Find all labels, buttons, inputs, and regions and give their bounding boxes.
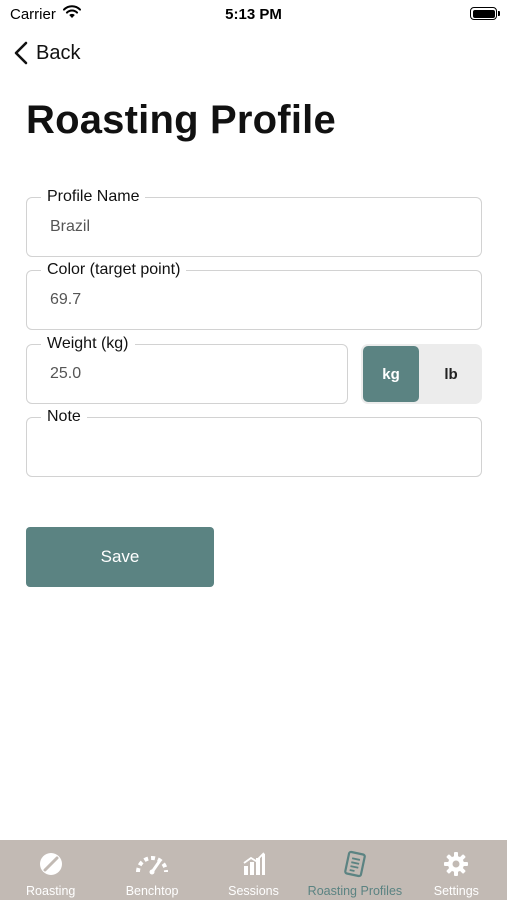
- tab-benchtop[interactable]: Benchtop: [101, 840, 202, 900]
- note-field[interactable]: Note: [26, 407, 482, 477]
- profile-name-value: Brazil: [50, 218, 91, 235]
- bar-chart-icon: [242, 852, 265, 875]
- document-list-icon: [344, 850, 366, 878]
- unit-toggle: kg lb: [361, 344, 482, 404]
- tab-label: Benchtop: [125, 884, 179, 898]
- note-label: Note: [41, 407, 87, 427]
- gauge-icon: [136, 856, 169, 875]
- chevron-left-icon: [14, 41, 28, 65]
- battery-icon: [470, 7, 500, 20]
- weight-label: Weight (kg): [41, 334, 135, 354]
- tab-label: Roasting Profiles: [307, 884, 403, 898]
- weight-field[interactable]: Weight (kg) 25.0: [26, 334, 348, 404]
- tab-label: Roasting: [26, 884, 76, 898]
- weight-value: 25.0: [50, 365, 82, 382]
- status-bar: Carrier 5:13 PM: [0, 0, 507, 28]
- unit-kg-option[interactable]: kg: [363, 346, 419, 402]
- color-label: Color (target point): [41, 260, 187, 280]
- profile-name-label: Profile Name: [41, 187, 146, 207]
- page-title: Roasting Profile: [26, 98, 336, 142]
- unit-lb-option[interactable]: lb: [423, 346, 479, 402]
- tab-label: Sessions: [228, 884, 279, 898]
- color-value: 69.7: [50, 291, 82, 308]
- save-button[interactable]: Save: [26, 527, 214, 587]
- tab-sessions[interactable]: Sessions: [203, 840, 304, 900]
- tab-roasting-profiles[interactable]: Roasting Profiles: [304, 840, 405, 900]
- color-field[interactable]: Color (target point) 69.7: [26, 260, 482, 330]
- tab-roasting[interactable]: Roasting: [0, 840, 101, 900]
- back-button[interactable]: Back: [14, 38, 80, 68]
- profile-name-field[interactable]: Profile Name Brazil: [26, 187, 482, 257]
- coffee-bean-icon: [39, 853, 62, 875]
- gear-icon: [444, 852, 469, 876]
- tab-settings[interactable]: Settings: [406, 840, 507, 900]
- tab-label: Settings: [433, 884, 479, 898]
- tab-bar: Roasting Benchtop Sessions Roasting Prof…: [0, 840, 507, 900]
- back-label: Back: [36, 41, 81, 64]
- status-time: 5:13 PM: [225, 6, 282, 23]
